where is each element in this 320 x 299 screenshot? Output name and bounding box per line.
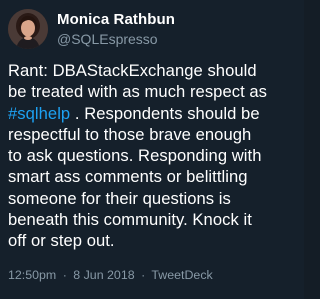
tweet-text-line: be treated with as much respect as [8, 81, 300, 102]
tweet-date[interactable]: 8 Jun 2018 [73, 268, 134, 282]
tweet-text-segment: respectful to those brave enough [8, 124, 252, 144]
tweet-text-line: respectful to those brave enough [8, 124, 300, 145]
tweet-text-segment: to ask questions. Responding with [8, 146, 262, 166]
tweet-text-line: smart ass comments or belittling [8, 166, 300, 187]
tweet-source[interactable]: TweetDeck [151, 268, 212, 282]
tweet-text-segment: beneath this community. Knock it [8, 210, 252, 230]
tweet-text-segment: . Respondents should be [70, 103, 260, 123]
tweet-text: Rant: DBAStackExchange should be treated … [8, 60, 300, 252]
meta-separator: · [62, 268, 67, 282]
tweet-text-line: to ask questions. Responding with [8, 145, 300, 166]
tweet-meta: 12:50pm · 8 Jun 2018 · TweetDeck [8, 268, 213, 282]
tweet-text-segment: be treated with as much respect as [8, 82, 268, 102]
tweet-text-segment: Rant: DBAStackExchange should [8, 61, 257, 80]
user-display-name[interactable]: Monica Rathbun [57, 11, 175, 28]
tweet-text-segment: off or step out. [8, 231, 115, 251]
tweet-text-segment: someone for their questions is [8, 188, 231, 208]
tweet-text-line: off or step out. [8, 230, 300, 251]
tweet-time[interactable]: 12:50pm [8, 268, 56, 282]
tweet-card: Monica Rathbun @SQLEspresso Rant: DBASta… [0, 0, 304, 299]
tweet-text-line: Rant: DBAStackExchange should [8, 60, 300, 81]
meta-separator: · [141, 268, 146, 282]
profile-photo-icon [8, 9, 48, 49]
hashtag-link[interactable]: #sqlhelp [8, 104, 70, 123]
user-handle[interactable]: @SQLEspresso [57, 31, 158, 47]
tweet-text-line: beneath this community. Knock it [8, 209, 300, 230]
tweet-text-segment: smart ass comments or belittling [8, 167, 248, 187]
tweet-text-line: #sqlhelp . Respondents should be [8, 103, 300, 124]
tweet-text-line: someone for their questions is [8, 188, 300, 209]
avatar[interactable] [8, 9, 48, 49]
